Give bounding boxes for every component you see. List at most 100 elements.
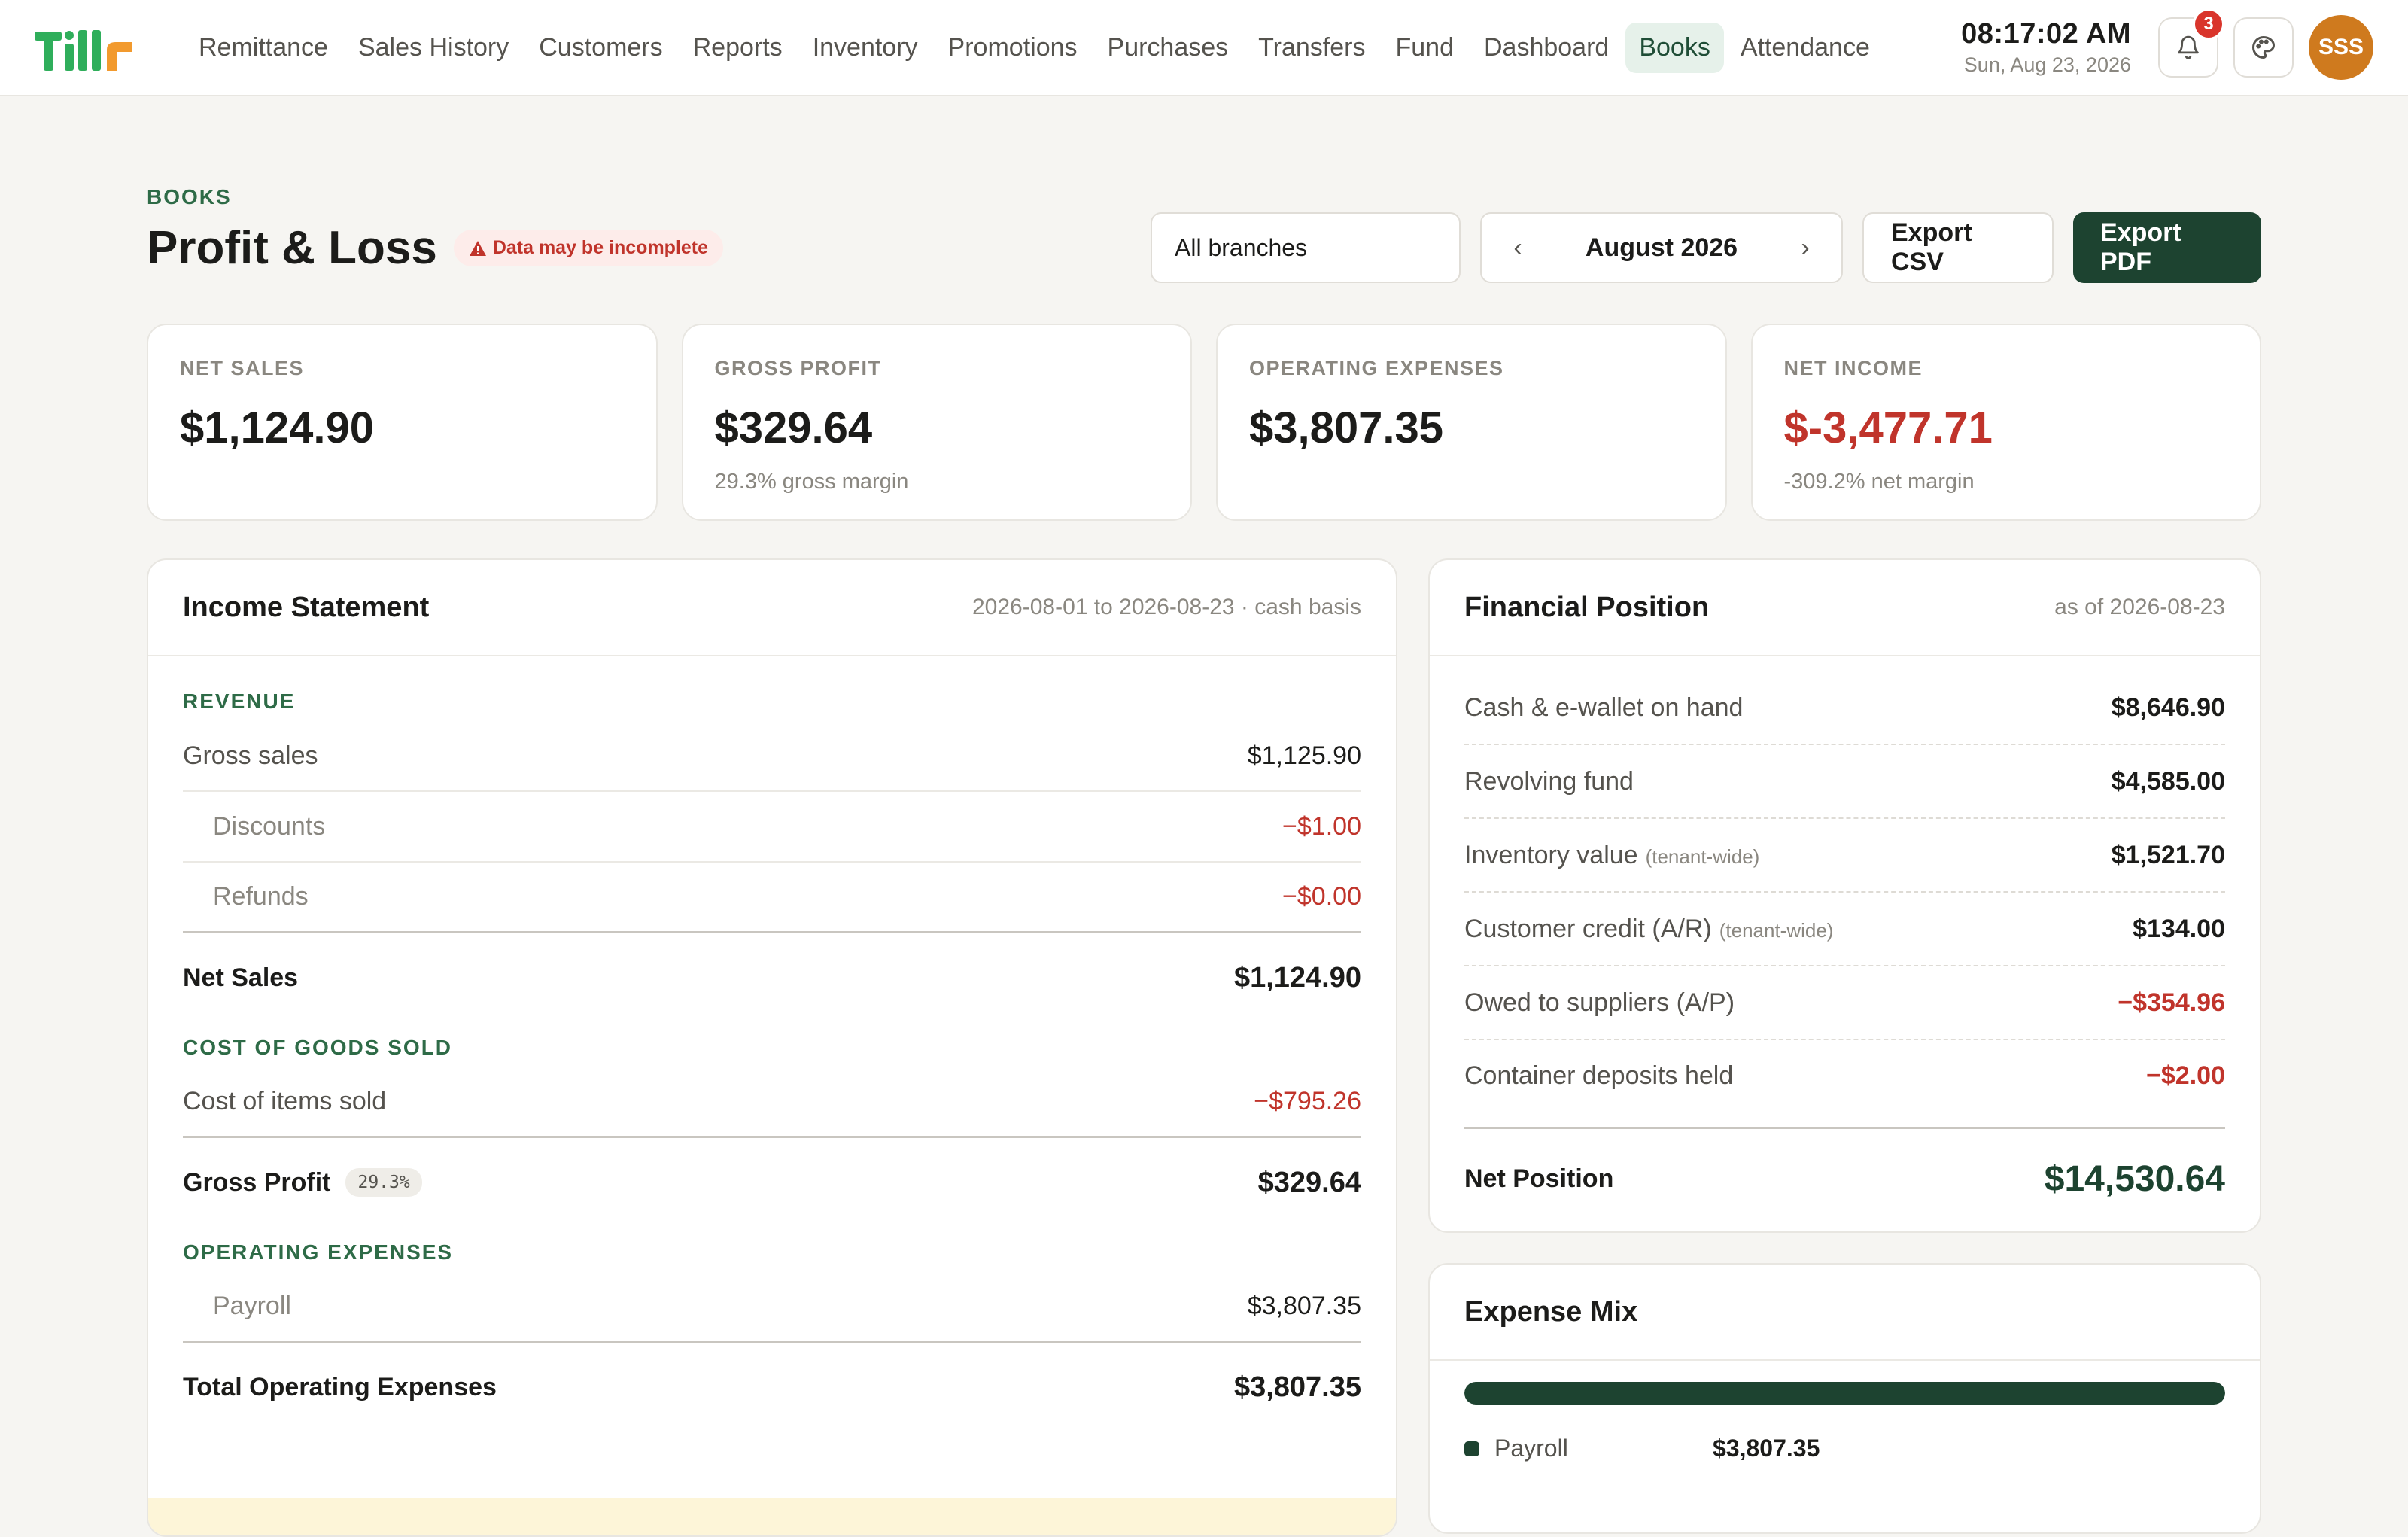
- kpi-value: $-3,477.71: [1783, 403, 1993, 452]
- nav-attendance[interactable]: Attendance: [1727, 23, 1884, 73]
- nav-sales-history[interactable]: Sales History: [345, 23, 522, 73]
- kpi-label: NET SALES: [180, 357, 305, 379]
- nav-promotions[interactable]: Promotions: [935, 23, 1091, 73]
- fin-amount: −$2.00: [2146, 1061, 2225, 1090]
- expense-mix-bar-track: [1464, 1382, 2225, 1405]
- row-refunds: Refunds −$0.00: [183, 863, 1361, 933]
- kpi-value: $329.64: [714, 403, 873, 452]
- export-csv-button[interactable]: Export CSV: [1862, 212, 2054, 283]
- row-amount: $3,807.35: [1247, 1292, 1361, 1320]
- fin-row-customer-credit: Customer credit (A/R) (tenant-wide) $134.…: [1464, 893, 2225, 966]
- fin-label-wrap: Inventory value (tenant-wide): [1464, 841, 1759, 870]
- financial-position-body: Cash & e-wallet on hand $8,646.90 Revolv…: [1430, 656, 2260, 1228]
- kpi-subtext: 29.3% gross margin: [714, 470, 909, 494]
- row-gross-sales: Gross sales $1,125.90: [183, 721, 1361, 792]
- kpi-value: $3,807.35: [1249, 403, 1444, 452]
- page-eyebrow: BOOKS: [147, 185, 232, 208]
- row-payroll: Payroll $3,807.35: [183, 1272, 1361, 1343]
- total-label: Net Sales: [183, 963, 299, 992]
- panel-header: Income Statement 2026-08-01 to 2026-08-2…: [148, 560, 1396, 656]
- clock-time: 08:17:02 AM: [1961, 18, 2131, 50]
- nav-dashboard[interactable]: Dashboard: [1470, 23, 1622, 73]
- total-label-wrap: Gross Profit 29.3%: [183, 1168, 422, 1198]
- row-amount: −$1.00: [1282, 811, 1361, 841]
- panel-title: Expense Mix: [1464, 1295, 1638, 1328]
- panel-meta: 2026-08-01 to 2026-08-23 · cash basis: [971, 595, 1361, 619]
- expense-mix-legend-item: Payroll $3,807.35: [1464, 1435, 2225, 1462]
- row-label: Payroll: [213, 1292, 291, 1320]
- nav-remittance[interactable]: Remittance: [185, 23, 342, 73]
- row-amount: −$795.26: [1254, 1087, 1361, 1115]
- panel-meta: as of 2026-08-23: [2054, 595, 2225, 619]
- incomplete-data-warning: Data may be incomplete: [453, 230, 724, 266]
- legend-name: Payroll: [1494, 1435, 1568, 1462]
- kpi-net-income: NET INCOME $-3,477.71 -309.2% net margin: [1750, 324, 2261, 521]
- nav-inventory[interactable]: Inventory: [799, 23, 932, 73]
- fin-amount: −$354.96: [2118, 988, 2225, 1017]
- fin-note: (tenant-wide): [1719, 918, 1834, 942]
- panel-title: Income Statement: [183, 591, 430, 623]
- export-pdf-button[interactable]: Export PDF: [2073, 212, 2261, 283]
- fin-row-container-deposits: Container deposits held −$2.00: [1464, 1040, 2225, 1129]
- nav-customers[interactable]: Customers: [525, 23, 676, 73]
- row-discounts: Discounts −$1.00: [183, 792, 1361, 863]
- fin-label: Container deposits held: [1464, 1061, 1734, 1090]
- section-label-cogs: COST OF GOODS SOLD: [183, 1036, 453, 1059]
- branch-select[interactable]: All branches: [1151, 212, 1461, 283]
- notifications-button[interactable]: 3: [2158, 8, 2224, 78]
- nav-purchases[interactable]: Purchases: [1094, 23, 1242, 73]
- row-label: Gross sales: [183, 741, 318, 770]
- nav-transfers[interactable]: Transfers: [1245, 23, 1379, 73]
- chevron-right-icon[interactable]: ›: [1790, 233, 1820, 263]
- user-avatar[interactable]: SSS: [2309, 15, 2373, 80]
- nav-fund[interactable]: Fund: [1382, 23, 1467, 73]
- kpi-label: OPERATING EXPENSES: [1249, 357, 1504, 379]
- kpi-net-sales: NET SALES $1,124.90: [147, 324, 658, 521]
- fin-note: (tenant-wide): [1645, 845, 1760, 868]
- palette-icon: [2252, 36, 2275, 59]
- total-amount: $3,807.35: [1233, 1371, 1361, 1403]
- page-title: Profit & Loss: [147, 222, 437, 274]
- total-label: Total Operating Expenses: [183, 1372, 497, 1402]
- page-controls: All branches ‹ August 2026 › Export CSV …: [1151, 212, 2261, 283]
- kpi-gross-profit: GROSS PROFIT $329.64 29.3% gross margin: [681, 324, 1192, 521]
- row-amount: −$0.00: [1282, 882, 1361, 911]
- total-amount: $1,124.90: [1233, 961, 1361, 994]
- warning-icon: [469, 240, 486, 256]
- bell-icon: [2178, 35, 2199, 59]
- total-operating-expenses: Total Operating Expenses $3,807.35: [183, 1343, 1361, 1432]
- gross-margin-chip: 29.3%: [345, 1168, 422, 1197]
- legend-amount: $3,807.35: [1713, 1435, 1820, 1462]
- kpi-label: GROSS PROFIT: [714, 357, 882, 379]
- fin-amount: $8,646.90: [2111, 692, 2225, 722]
- financial-position-panel: Financial Position as of 2026-08-23 Cash…: [1428, 558, 2261, 1233]
- total-net-sales: Net Sales $1,124.90: [183, 933, 1361, 1022]
- expense-mix-panel: Expense Mix Payroll $3,807.35: [1428, 1263, 2261, 1534]
- chevron-left-icon[interactable]: ‹: [1503, 233, 1533, 263]
- total-gross-profit: Gross Profit 29.3% $329.64: [183, 1138, 1361, 1227]
- notification-count-badge: 3: [2193, 8, 2224, 40]
- theme-button[interactable]: [2233, 17, 2294, 78]
- fin-row-revolving-fund: Revolving fund $4,585.00: [1464, 745, 2225, 819]
- title-row: Profit & Loss Data may be incomplete: [147, 221, 724, 275]
- section-label-opex: OPERATING EXPENSES: [183, 1240, 454, 1264]
- fin-label: Cash & e-wallet on hand: [1464, 692, 1744, 722]
- main-nav: Remittance Sales History Customers Repor…: [185, 22, 1961, 73]
- nav-books[interactable]: Books: [1625, 22, 1724, 73]
- fin-label: Customer credit (A/R): [1464, 914, 1712, 943]
- kpi-operating-expenses: OPERATING EXPENSES $3,807.35: [1216, 324, 1727, 521]
- clock-date: Sun, Aug 23, 2026: [1963, 53, 2131, 76]
- fin-label: Inventory value: [1464, 840, 1638, 869]
- tillr-logo[interactable]: [35, 21, 149, 74]
- row-amount: $1,125.90: [1247, 741, 1361, 770]
- total-amount: $329.64: [1257, 1166, 1361, 1198]
- expense-mix-bar-payroll: [1464, 1382, 2225, 1405]
- kpi-cards: NET SALES $1,124.90 GROSS PROFIT $329.64…: [147, 324, 2261, 521]
- income-statement-body: REVENUE Gross sales $1,125.90 Discounts …: [148, 656, 1396, 1432]
- panel-header: Expense Mix: [1430, 1265, 2260, 1361]
- legend-swatch: [1464, 1441, 1479, 1456]
- row-cost-of-items: Cost of items sold −$795.26: [183, 1067, 1361, 1138]
- fin-amount: $1,521.70: [2111, 840, 2225, 869]
- section-label-revenue: REVENUE: [183, 689, 296, 713]
- nav-reports[interactable]: Reports: [680, 23, 796, 73]
